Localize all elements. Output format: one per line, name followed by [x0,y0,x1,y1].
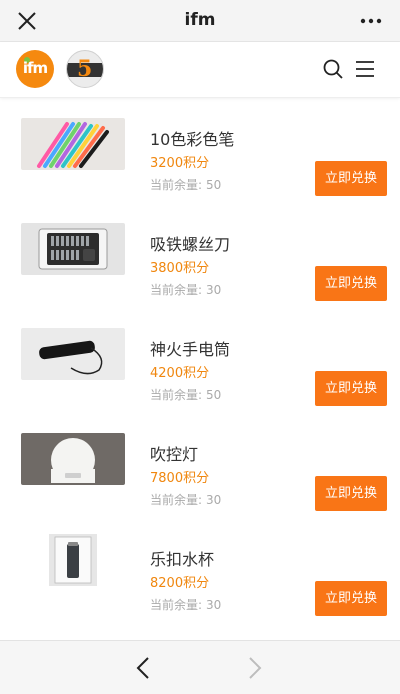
browser-nav-bar [0,640,400,694]
redeem-button[interactable]: 立即兑换 [315,266,387,301]
more-icon[interactable] [356,8,386,34]
list-item: 吹控灯 7800积分 当前余量: 30 立即兑换 [0,413,400,518]
product-points: 3800积分 [150,261,210,276]
stock-value: 30 [206,283,222,297]
chevron-right-icon[interactable] [242,654,266,682]
menu-icon[interactable] [354,58,376,80]
logo-text: ifm [22,59,48,77]
search-icon[interactable] [322,58,344,80]
redeem-button[interactable]: 立即兑换 [315,161,387,196]
stock-label: 当前余量: [150,388,203,402]
product-name: 吹控灯 [150,445,199,464]
stock-value: 50 [206,178,222,192]
stock-label: 当前余量: [150,493,203,507]
product-points: 4200积分 [150,366,210,381]
redeem-button[interactable]: 立即兑换 [315,476,387,511]
badge-number: 5 [77,56,93,82]
stock-label: 当前余量: [150,178,203,192]
product-name: 吸铁螺丝刀 [150,235,231,254]
chevron-left-icon[interactable] [132,654,156,682]
product-image[interactable] [21,328,125,380]
list-item: 10色彩色笔 3200积分 当前余量: 50 立即兑换 [0,98,400,203]
product-stock: 当前余量: 30 [150,596,221,613]
product-image[interactable] [21,433,125,485]
ifm-logo[interactable]: ifm [16,50,54,88]
list-item: 神火手电筒 4200积分 当前余量: 50 立即兑换 [0,308,400,413]
redeem-button[interactable]: 立即兑换 [315,371,387,406]
stock-value: 30 [206,598,222,612]
product-stock: 当前余量: 50 [150,386,221,403]
product-list: 10色彩色笔 3200积分 当前余量:50 立即兑换 吸铁螺丝刀 3800积分 [0,98,400,623]
stock-label: 当前余量: [150,283,203,297]
product-stock: 当前余量: 30 [150,491,221,508]
product-points: 3200积分 [150,156,210,171]
product-name: 10色彩色笔 [150,130,235,149]
redeem-button[interactable]: 立即兑换 [315,581,387,616]
site-header: ifm 5 [0,42,400,98]
product-image[interactable] [21,223,125,275]
product-name: 神火手电筒 [150,340,231,359]
product-points: 7800积分 [150,471,210,486]
stock-value: 50 [206,388,222,402]
window-title-bar: ifm [0,0,400,42]
list-item: 乐扣水杯 8200积分 当前余量: 30 立即兑换 [0,518,400,623]
stock-value: 30 [206,493,222,507]
product-points: 8200积分 [150,576,210,591]
window-title: ifm [184,10,216,30]
product-name: 乐扣水杯 [150,550,215,569]
product-stock: 当前余量: 50 [150,176,221,193]
stock-label: 当前余量: [150,598,203,612]
product-stock: 当前余量: 30 [150,281,221,298]
product-image[interactable] [21,522,125,598]
product-image[interactable] [21,118,125,170]
anniversary-badge: 5 [66,50,104,88]
list-item: 吸铁螺丝刀 3800积分 当前余量: 30 立即兑换 [0,203,400,308]
